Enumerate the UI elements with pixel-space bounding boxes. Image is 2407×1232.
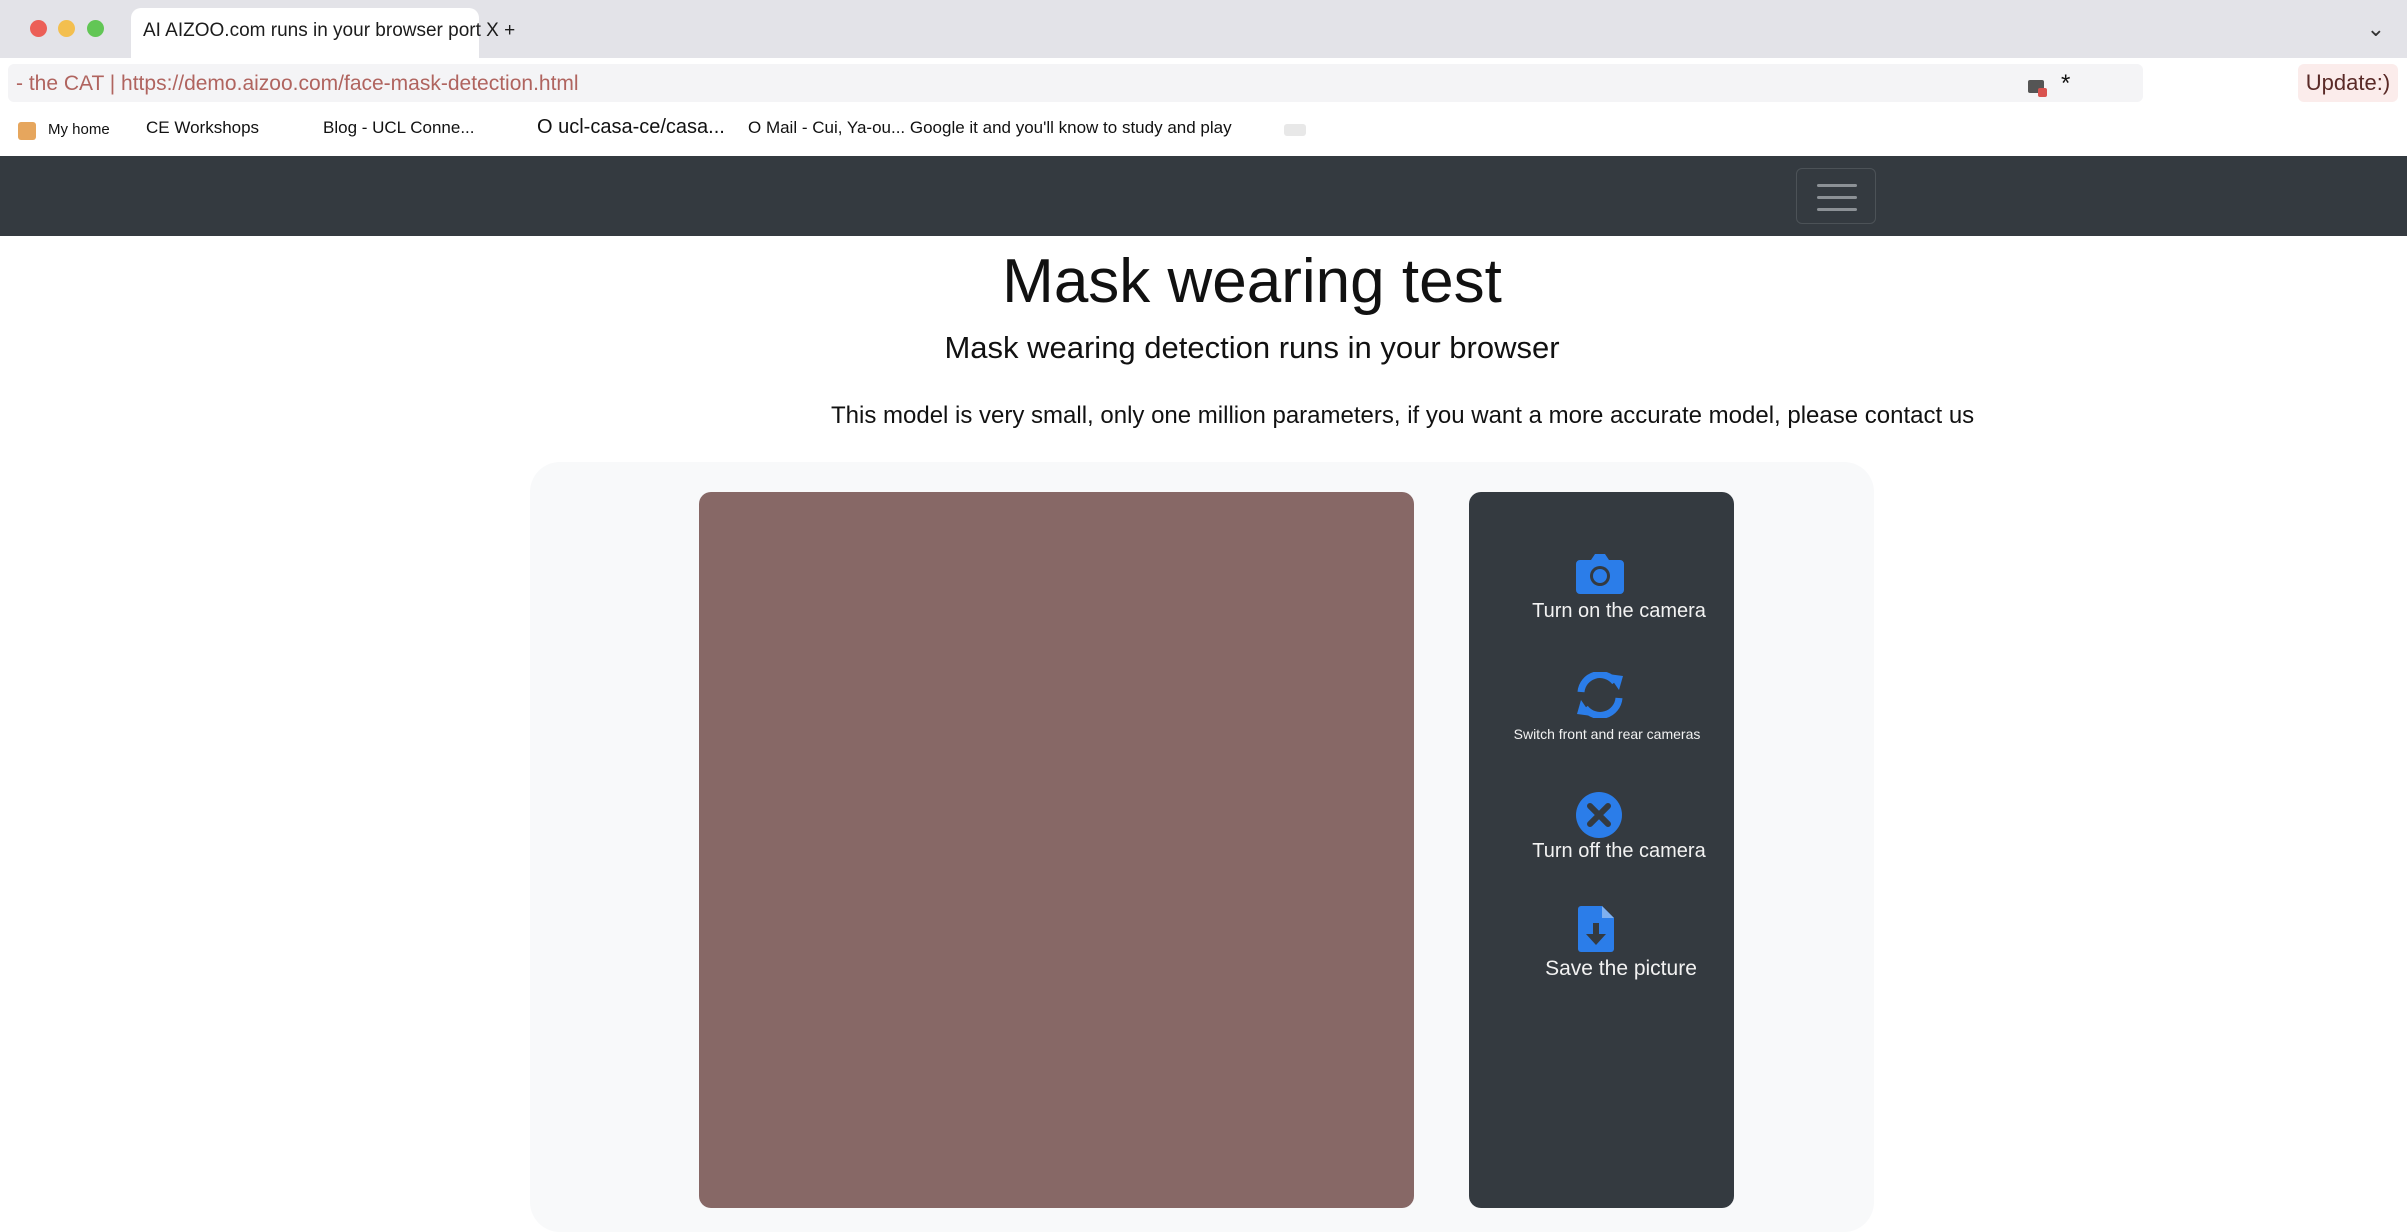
bookmark-my-home[interactable]: My home bbox=[48, 121, 110, 138]
minimize-window-button[interactable] bbox=[58, 20, 75, 37]
turn-on-camera-label: Turn on the camera bbox=[1532, 600, 1706, 622]
camera-controls: Turn on the camera Switch front and rear… bbox=[1469, 492, 1734, 1208]
url-input[interactable]: - the CAT | https://demo.aizoo.com/face-… bbox=[8, 64, 2143, 102]
update-button[interactable]: Update:) bbox=[2298, 64, 2398, 102]
page-content: Mask wearing test Mask wearing detection… bbox=[0, 236, 2407, 1232]
site-navbar bbox=[0, 156, 2407, 236]
star-icon[interactable]: * bbox=[2061, 70, 2070, 98]
switch-camera-label: Switch front and rear cameras bbox=[1513, 726, 1701, 742]
bookmark-mail[interactable]: O Mail - Cui, Ya-ou... Google it and you… bbox=[748, 118, 1232, 138]
home-icon bbox=[18, 122, 36, 140]
menu-toggle-button[interactable] bbox=[1796, 168, 1876, 224]
sync-icon bbox=[1577, 672, 1623, 718]
hamburger-line bbox=[1817, 196, 1857, 199]
address-bar: - the CAT | https://demo.aizoo.com/face-… bbox=[0, 58, 2407, 106]
tab-title: AI AIZOO.com runs in your browser port X… bbox=[143, 20, 516, 41]
video-canvas bbox=[699, 492, 1414, 1208]
switch-camera-button[interactable]: Switch front and rear cameras bbox=[1469, 672, 1734, 752]
browser-tab[interactable]: AI AIZOO.com runs in your browser port X… bbox=[131, 8, 515, 58]
save-picture-label: Save the picture bbox=[1545, 957, 1697, 980]
url-text: https://demo.aizoo.com/face-mask-detecti… bbox=[121, 72, 579, 95]
extension-badge-icon bbox=[2038, 88, 2047, 97]
url-prefix: - the CAT | bbox=[16, 72, 122, 95]
page-subtitle: Mask wearing detection runs in your brow… bbox=[944, 330, 1560, 365]
page-title: Mask wearing test bbox=[1002, 247, 1502, 316]
page-description: This model is very small, only one milli… bbox=[831, 402, 1975, 429]
bookmarks-more-icon[interactable] bbox=[1284, 124, 1306, 136]
turn-on-camera-button[interactable]: Turn on the camera bbox=[1469, 552, 1734, 632]
close-window-button[interactable] bbox=[30, 20, 47, 37]
hamburger-line bbox=[1817, 208, 1857, 211]
save-picture-button[interactable]: Save the picture bbox=[1469, 906, 1734, 986]
hamburger-line bbox=[1817, 184, 1857, 187]
turn-off-camera-button[interactable]: Turn off the camera bbox=[1469, 792, 1734, 872]
bookmark-blog[interactable]: Blog - UCL Conne... bbox=[323, 118, 475, 138]
turn-off-camera-label: Turn off the camera bbox=[1532, 840, 1706, 862]
bookmark-ce-workshops[interactable]: CE Workshops bbox=[146, 118, 259, 138]
chevron-down-icon[interactable]: ⌄ bbox=[2367, 16, 2385, 42]
file-download-icon bbox=[1578, 906, 1614, 952]
bookmark-ucl-casa[interactable]: O ucl-casa-ce/casa... bbox=[537, 116, 725, 139]
browser-tab-bar: AI AIZOO.com runs in your browser port X… bbox=[0, 0, 2407, 58]
close-circle-icon bbox=[1576, 792, 1622, 838]
bookmarks-bar: My home CE Workshops Blog - UCL Conne...… bbox=[0, 106, 2407, 156]
camera-icon bbox=[1576, 554, 1624, 594]
maximize-window-button[interactable] bbox=[87, 20, 104, 37]
